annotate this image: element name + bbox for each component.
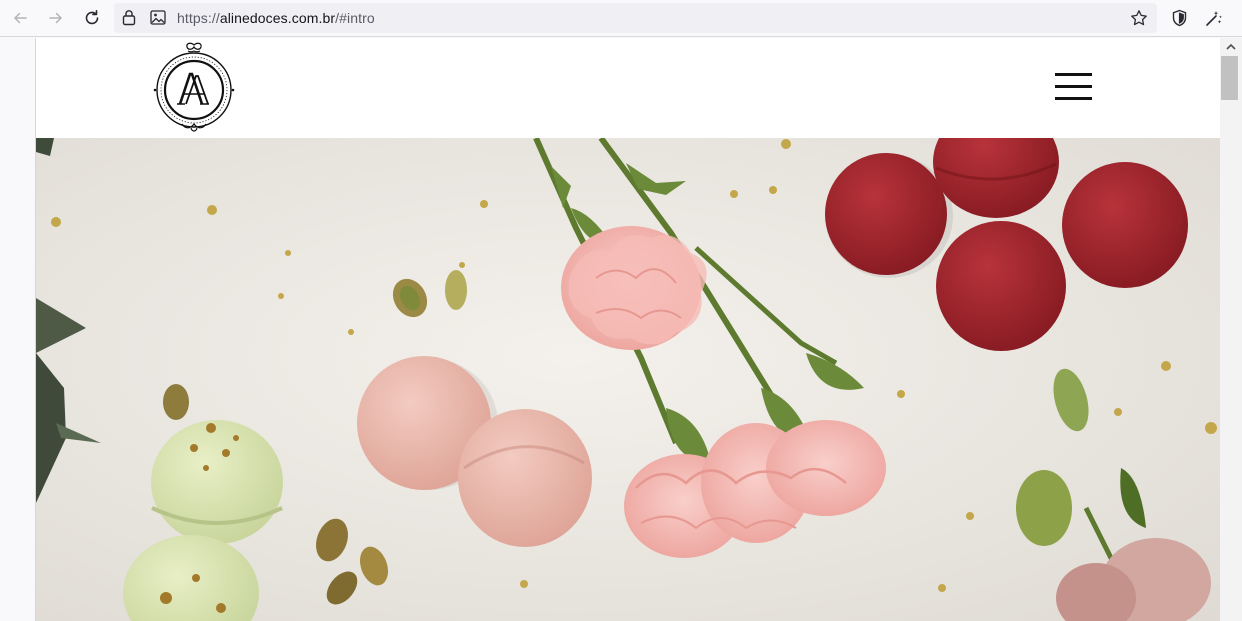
green-macaron	[151, 420, 283, 544]
page-viewport	[35, 38, 1220, 621]
extensions-icon	[1206, 11, 1222, 26]
site-logo[interactable]	[152, 42, 236, 134]
url-path: /#intro	[335, 10, 375, 26]
monogram-logo-icon	[153, 42, 235, 132]
scroll-thumb[interactable]	[1221, 56, 1238, 100]
tracking-protection-button[interactable]	[1167, 6, 1191, 30]
red-macaron	[825, 153, 947, 275]
reload-button[interactable]	[79, 6, 105, 30]
back-arrow-icon	[13, 12, 27, 24]
url-scheme: https://	[177, 10, 220, 26]
lock-icon[interactable]	[122, 9, 136, 31]
address-bar[interactable]: https://alinedoces.com.br/#intro	[114, 3, 1157, 33]
url-text: https://alinedoces.com.br/#intro	[177, 10, 375, 26]
red-macaron	[1062, 162, 1188, 288]
reload-icon	[85, 10, 99, 25]
red-macaron	[936, 221, 1066, 351]
browser-toolbar: https://alinedoces.com.br/#intro	[0, 0, 1242, 37]
page-image-icon[interactable]	[150, 10, 166, 30]
url-domain: alinedoces.com.br	[219, 10, 336, 26]
hero-image	[36, 138, 1220, 621]
menu-bar-line	[1055, 85, 1092, 88]
page-scrollbar[interactable]	[1220, 38, 1242, 621]
bookmark-star-icon[interactable]	[1130, 9, 1148, 32]
menu-bar-line	[1055, 73, 1092, 76]
scroll-up-arrow-icon[interactable]	[1225, 42, 1237, 52]
hero-macarons-illustration	[36, 138, 1220, 621]
shield-icon	[1172, 9, 1186, 27]
hamburger-menu-icon[interactable]	[1055, 73, 1092, 101]
forward-arrow-icon	[49, 12, 63, 24]
forward-button[interactable]	[43, 6, 69, 30]
back-button[interactable]	[7, 6, 33, 30]
site-header	[36, 38, 1220, 138]
pink-macaron	[458, 409, 592, 547]
menu-bar-line	[1055, 97, 1092, 100]
extensions-button[interactable]	[1202, 6, 1226, 30]
